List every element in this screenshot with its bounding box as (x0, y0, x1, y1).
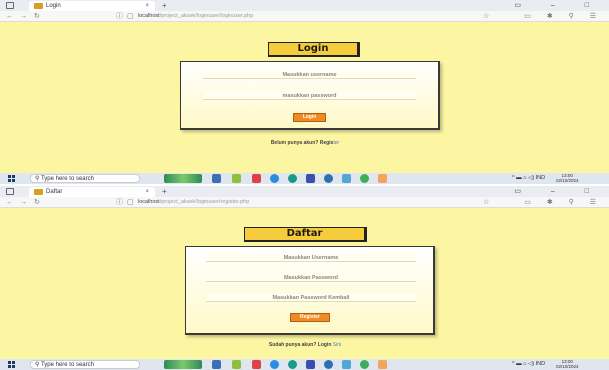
page-info-icon[interactable]: ⓘ (116, 11, 123, 22)
username-field[interactable]: Masukkan username (203, 71, 416, 79)
star-icon[interactable]: ☆ (483, 11, 489, 22)
login-screenshot: Login × + ▭ – □ ← → ↻ ⓘ ▢ localhost/proj… (0, 0, 609, 184)
reload-icon[interactable]: ↻ (34, 11, 40, 22)
login-prompt-text: Sudah punya akun? Login (268, 342, 333, 348)
login-prompt: Sudah punya akun? Login Sini (235, 342, 375, 348)
register-form-card: Masukkan Username Masukkan Password Masu… (185, 246, 435, 335)
windows-start-icon[interactable] (8, 361, 16, 368)
app-icon[interactable] (252, 360, 261, 369)
toolbar-icons[interactable]: ▭ ✱ ⚲ ☰ (524, 11, 603, 22)
back-arrow-icon[interactable]: ← (6, 11, 13, 22)
tab-title: Login (46, 3, 61, 9)
page-info-icon[interactable]: ⓘ (116, 197, 123, 208)
system-tray[interactable]: ^ ▬ ⌂ ◁) IND (512, 359, 545, 370)
xampp-favicon-icon (34, 3, 43, 9)
new-tab-button[interactable]: + (162, 0, 167, 11)
register-link[interactable]: ter (333, 140, 339, 146)
window-controls[interactable]: ▭ – □ (514, 186, 603, 197)
page-title: Login (268, 42, 360, 57)
browser-tab-strip: Daftar × + ▭ – □ (0, 186, 609, 197)
browser-tab-strip: Login × + ▭ – □ (0, 0, 609, 11)
taskbar-search-input[interactable]: ⚲ Type here to search (30, 174, 140, 183)
tab-daftar[interactable]: Daftar × (29, 187, 155, 197)
app-icon[interactable] (232, 174, 241, 183)
weather-widget-icon[interactable] (164, 174, 202, 183)
url-field[interactable]: localhost/project_aksek/loginuser/regist… (138, 197, 249, 208)
toolbar-icons[interactable]: ▭ ✱ ⚲ ☰ (524, 197, 603, 208)
app-icon[interactable] (342, 174, 351, 183)
forward-arrow-icon[interactable]: → (20, 197, 27, 208)
edge-browser-icon[interactable] (270, 174, 279, 183)
password-field[interactable]: masukkan password (203, 92, 416, 100)
app-icon[interactable] (324, 174, 333, 183)
back-arrow-icon[interactable]: ← (6, 197, 13, 208)
app-icon[interactable] (288, 360, 297, 369)
register-button[interactable]: Register (290, 313, 330, 322)
tab-actions-icon[interactable] (6, 2, 14, 9)
page-icon: ▢ (127, 199, 134, 206)
tab-close-icon[interactable]: × (145, 1, 149, 11)
register-screenshot: Daftar × + ▭ – □ ← → ↻ ⓘ ▢ localhost/pro… (0, 186, 609, 370)
xampp-favicon-icon (34, 189, 43, 195)
taskbar-clock[interactable]: 13:00 02/10/2024 (556, 359, 579, 369)
xampp-icon[interactable] (378, 174, 387, 183)
taskbar: ⚲ Type here to search ^ ▬ ⌂ ◁) IND 13:00… (0, 359, 609, 370)
forward-arrow-icon[interactable]: → (20, 11, 27, 22)
page-title: Daftar (244, 227, 367, 242)
tab-actions-icon[interactable] (6, 188, 14, 195)
register-prompt-text: Belum punya akun? Regis (270, 140, 334, 146)
star-icon[interactable]: ☆ (483, 197, 489, 208)
app-icon[interactable] (232, 360, 241, 369)
edge-browser-icon[interactable] (270, 360, 279, 369)
app-icon[interactable] (342, 360, 351, 369)
window-controls[interactable]: ▭ – □ (514, 0, 603, 11)
register-prompt: Belum punya akun? Register (230, 140, 380, 146)
page-icon: ▢ (127, 13, 134, 20)
chrome-icon[interactable] (360, 360, 369, 369)
address-bar: ← → ↻ ⓘ ▢ localhost/project_aksek/loginu… (0, 11, 609, 22)
taskbar: ⚲ Type here to search ^ ▬ ⌂ ◁) IND 13:00… (0, 173, 609, 184)
task-view-icon[interactable] (212, 174, 221, 183)
login-button[interactable]: Login (293, 113, 326, 122)
app-icon[interactable] (324, 360, 333, 369)
xampp-icon[interactable] (378, 360, 387, 369)
password-field[interactable]: Masukkan Password (206, 274, 416, 282)
tab-login[interactable]: Login × (29, 1, 155, 11)
address-bar: ← → ↻ ⓘ ▢ localhost/project_aksek/loginu… (0, 197, 609, 208)
url-field[interactable]: localhost/project_aksek/loginuser/loginu… (138, 11, 253, 22)
task-view-icon[interactable] (212, 360, 221, 369)
chrome-icon[interactable] (360, 174, 369, 183)
login-form-card: Masukkan username masukkan password Logi… (180, 61, 440, 130)
app-icon[interactable] (306, 360, 315, 369)
login-page: Login Masukkan username masukkan passwor… (0, 22, 609, 173)
login-link[interactable]: Sini (333, 342, 341, 348)
reload-icon[interactable]: ↻ (34, 197, 40, 208)
new-tab-button[interactable]: + (162, 186, 167, 197)
taskbar-clock[interactable]: 13:00 02/10/2024 (556, 173, 579, 183)
app-icon[interactable] (252, 174, 261, 183)
weather-widget-icon[interactable] (164, 360, 202, 369)
app-icon[interactable] (306, 174, 315, 183)
tab-title: Daftar (46, 189, 63, 195)
app-icon[interactable] (288, 174, 297, 183)
system-tray[interactable]: ^ ▬ ⌂ ◁) IND (512, 173, 545, 184)
tab-close-icon[interactable]: × (145, 187, 149, 197)
username-field[interactable]: Masukkan Username (206, 254, 416, 262)
confirm-password-field[interactable]: Masukkan Password Kembali (206, 294, 416, 302)
taskbar-search-input[interactable]: ⚲ Type here to search (30, 360, 140, 369)
register-page: Daftar Masukkan Username Masukkan Passwo… (0, 208, 609, 359)
windows-start-icon[interactable] (8, 175, 16, 182)
